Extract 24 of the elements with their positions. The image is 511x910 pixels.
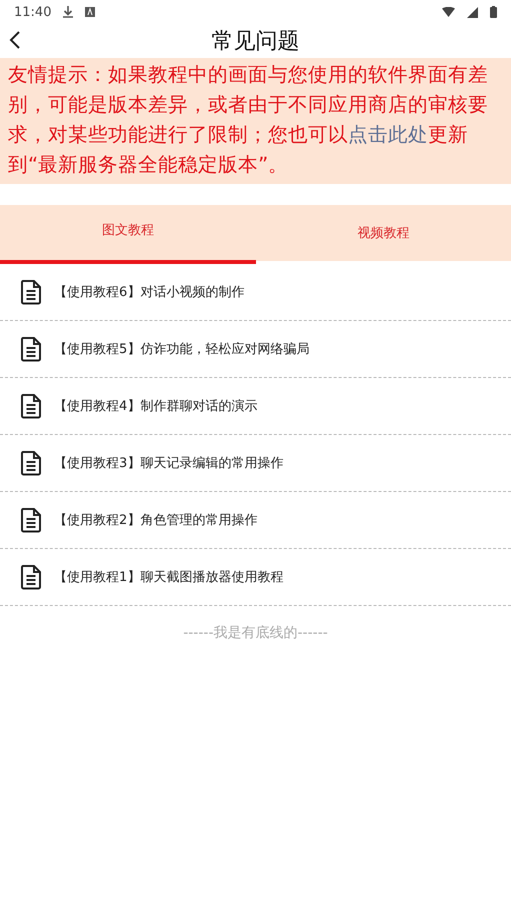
document-icon <box>20 336 42 362</box>
battery-icon <box>490 6 497 18</box>
signal-icon <box>467 6 478 18</box>
tutorial-item[interactable]: 【使用教程2】角色管理的常用操作 <box>54 511 258 529</box>
wifi-icon <box>442 7 455 17</box>
tab[interactable]: 图文教程 <box>0 205 256 264</box>
notification-icon <box>85 7 96 17</box>
tutorial-item[interactable]: 【使用教程6】对话小视频的制作 <box>54 283 244 301</box>
document-icon <box>20 507 42 533</box>
download-icon <box>63 6 74 18</box>
end-of-list-text: ------我是有底线的------ <box>182 624 329 642</box>
page-title: 常见问题 <box>212 28 300 56</box>
tutorial-item[interactable]: 【使用教程1】聊天截图播放器使用教程 <box>54 568 284 586</box>
tab[interactable]: 视频教程 <box>256 205 511 261</box>
tutorial-item[interactable]: 【使用教程3】聊天记录编辑的常用操作 <box>54 454 284 472</box>
update-link[interactable]: 点击此处 <box>348 123 428 146</box>
document-icon <box>20 279 42 305</box>
tutorial-item[interactable]: 【使用教程4】制作群聊对话的演示 <box>54 397 258 415</box>
status-time: 11:40 <box>14 4 52 20</box>
document-icon <box>20 393 42 419</box>
document-icon <box>20 450 42 476</box>
notice-text: 友情提示：如果教程中的画面与您使用的软件界面有差别，可能是版本差异，或者由于不同应用商店的审核要求，对某些功能进行了限制；您也可以点击此处更新到“最新服务器全能稳定版本”。 <box>0 58 511 184</box>
tutorial-item[interactable]: 【使用教程5】仿诈功能，轻松应对网络骗局 <box>54 340 310 358</box>
document-icon <box>20 564 42 590</box>
